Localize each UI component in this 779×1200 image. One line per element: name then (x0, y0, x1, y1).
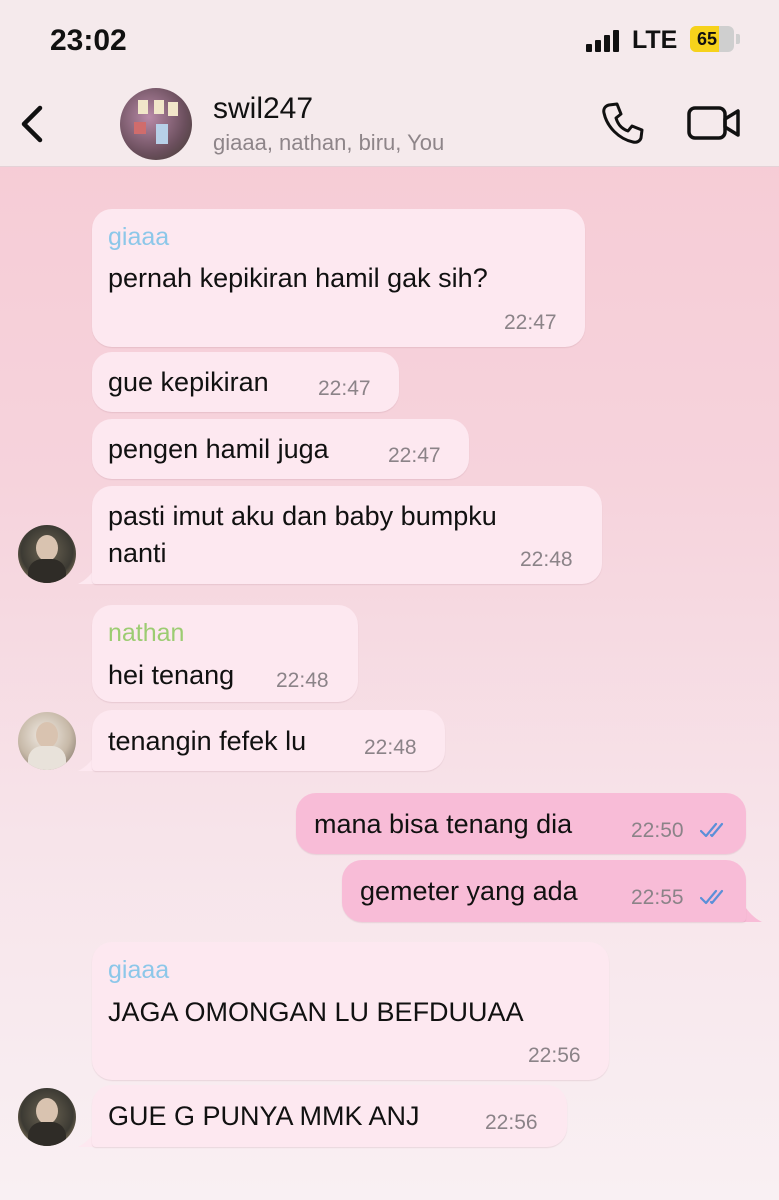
message-bubble[interactable]: nathan hei tenang 22:48 (92, 605, 358, 702)
avatar[interactable] (18, 525, 76, 583)
avatar-face (36, 535, 58, 561)
back-button[interactable] (16, 102, 50, 146)
message-text: hei tenang (108, 660, 235, 690)
message-bubble[interactable]: GUE G PUNYA MMK ANJ 22:56 (92, 1085, 567, 1147)
status-bar: 23:02 LTE 65 (0, 0, 779, 82)
message-time: 22:56 (528, 1044, 581, 1067)
avatar[interactable] (18, 1088, 76, 1146)
avatar-body (28, 1122, 66, 1146)
message-text: tenangin fefek lu (108, 726, 307, 756)
message-time: 22:47 (504, 311, 557, 334)
avatar-face (36, 722, 58, 748)
chat-title[interactable]: swil247 (213, 92, 313, 126)
battery-tip (736, 34, 740, 44)
message-time: 22:47 (318, 377, 371, 400)
message-bubble[interactable]: pasti imut aku dan baby bumpku nanti 22:… (92, 486, 602, 584)
read-receipt-icon (700, 822, 724, 838)
outgoing-message-bubble[interactable]: mana bisa tenang dia 22:50 (296, 793, 746, 854)
message-time: 22:56 (485, 1111, 538, 1134)
message-text: mana bisa tenang dia (314, 809, 573, 839)
read-receipt-icon (700, 889, 724, 905)
phone-icon[interactable] (600, 100, 646, 146)
message-bubble[interactable]: tenangin fefek lu 22:48 (92, 710, 445, 771)
signal-icon (586, 30, 619, 52)
sender-name: giaaa (108, 956, 170, 984)
message-bubble[interactable]: gue kepikiran 22:47 (92, 352, 399, 412)
avatar[interactable] (18, 712, 76, 770)
message-text-line: pasti imut aku dan baby bumpku (108, 501, 497, 531)
message-time: 22:47 (388, 444, 441, 467)
network-type: LTE (632, 26, 678, 54)
battery-percent: 65 (696, 29, 718, 49)
message-time: 22:48 (276, 669, 329, 692)
avatar-body (28, 559, 66, 583)
message-text: pernah kepikiran hamil gak sih? (108, 263, 488, 293)
message-text: JAGA OMONGAN LU BEFDUUAA (108, 997, 524, 1027)
video-icon[interactable] (686, 102, 742, 144)
message-text: gemeter yang ada (360, 876, 578, 906)
group-avatar[interactable] (120, 88, 192, 160)
message-bubble[interactable]: pengen hamil juga 22:47 (92, 419, 469, 479)
message-text: pengen hamil juga (108, 434, 329, 464)
sender-name: nathan (108, 619, 185, 647)
message-text: GUE G PUNYA MMK ANJ (108, 1101, 420, 1131)
status-time: 23:02 (50, 24, 127, 57)
message-bubble[interactable]: giaaa JAGA OMONGAN LU BEFDUUAA 22:56 (92, 942, 609, 1080)
avatar-face (36, 1098, 58, 1124)
message-bubble[interactable]: giaaa pernah kepikiran hamil gak sih? 22… (92, 209, 585, 347)
battery-icon: 65 (690, 26, 734, 52)
avatar-body (28, 746, 66, 770)
outgoing-message-bubble[interactable]: gemeter yang ada 22:55 (342, 860, 746, 922)
sender-name: giaaa (108, 223, 170, 251)
message-text-line: nanti (108, 538, 167, 568)
chat-header: swil247 giaaa, nathan, biru, You (0, 82, 779, 167)
chat-members[interactable]: giaaa, nathan, biru, You (213, 130, 444, 156)
message-time: 22:48 (364, 736, 417, 759)
message-time: 22:48 (520, 548, 573, 571)
message-text: gue kepikiran (108, 367, 269, 397)
message-time: 22:50 (631, 819, 684, 842)
message-time: 22:55 (631, 886, 684, 909)
